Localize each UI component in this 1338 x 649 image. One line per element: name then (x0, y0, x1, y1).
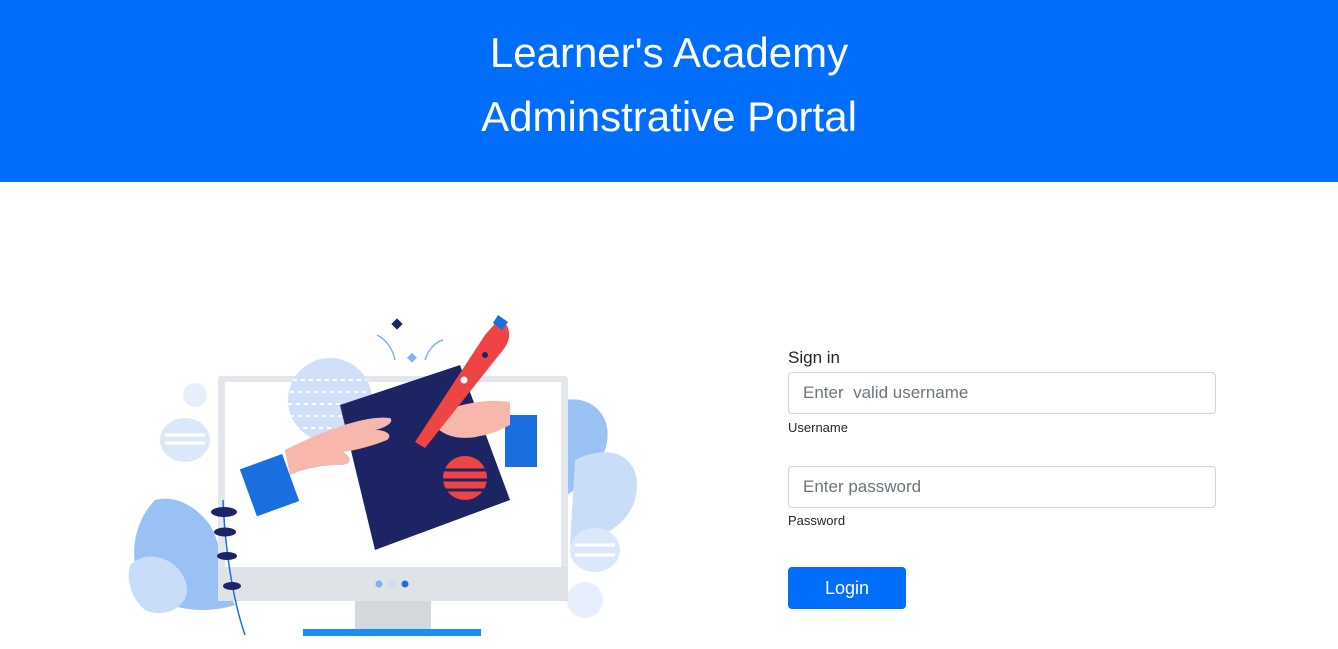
monitor-writing-illustration (125, 310, 655, 640)
login-button[interactable]: Login (788, 567, 906, 609)
username-input[interactable] (788, 372, 1216, 414)
portal-title-line2: Adminstrative Portal (481, 93, 857, 140)
signin-label: Sign in (788, 348, 840, 367)
username-help-text: Username (788, 420, 848, 435)
password-help-text: Password (788, 513, 846, 528)
illustration-svg (128, 315, 637, 636)
header-banner: Learner's Academy Adminstrative Portal (0, 0, 1338, 182)
portal-title-line1: Learner's Academy (489, 29, 849, 76)
password-input[interactable] (788, 466, 1216, 508)
